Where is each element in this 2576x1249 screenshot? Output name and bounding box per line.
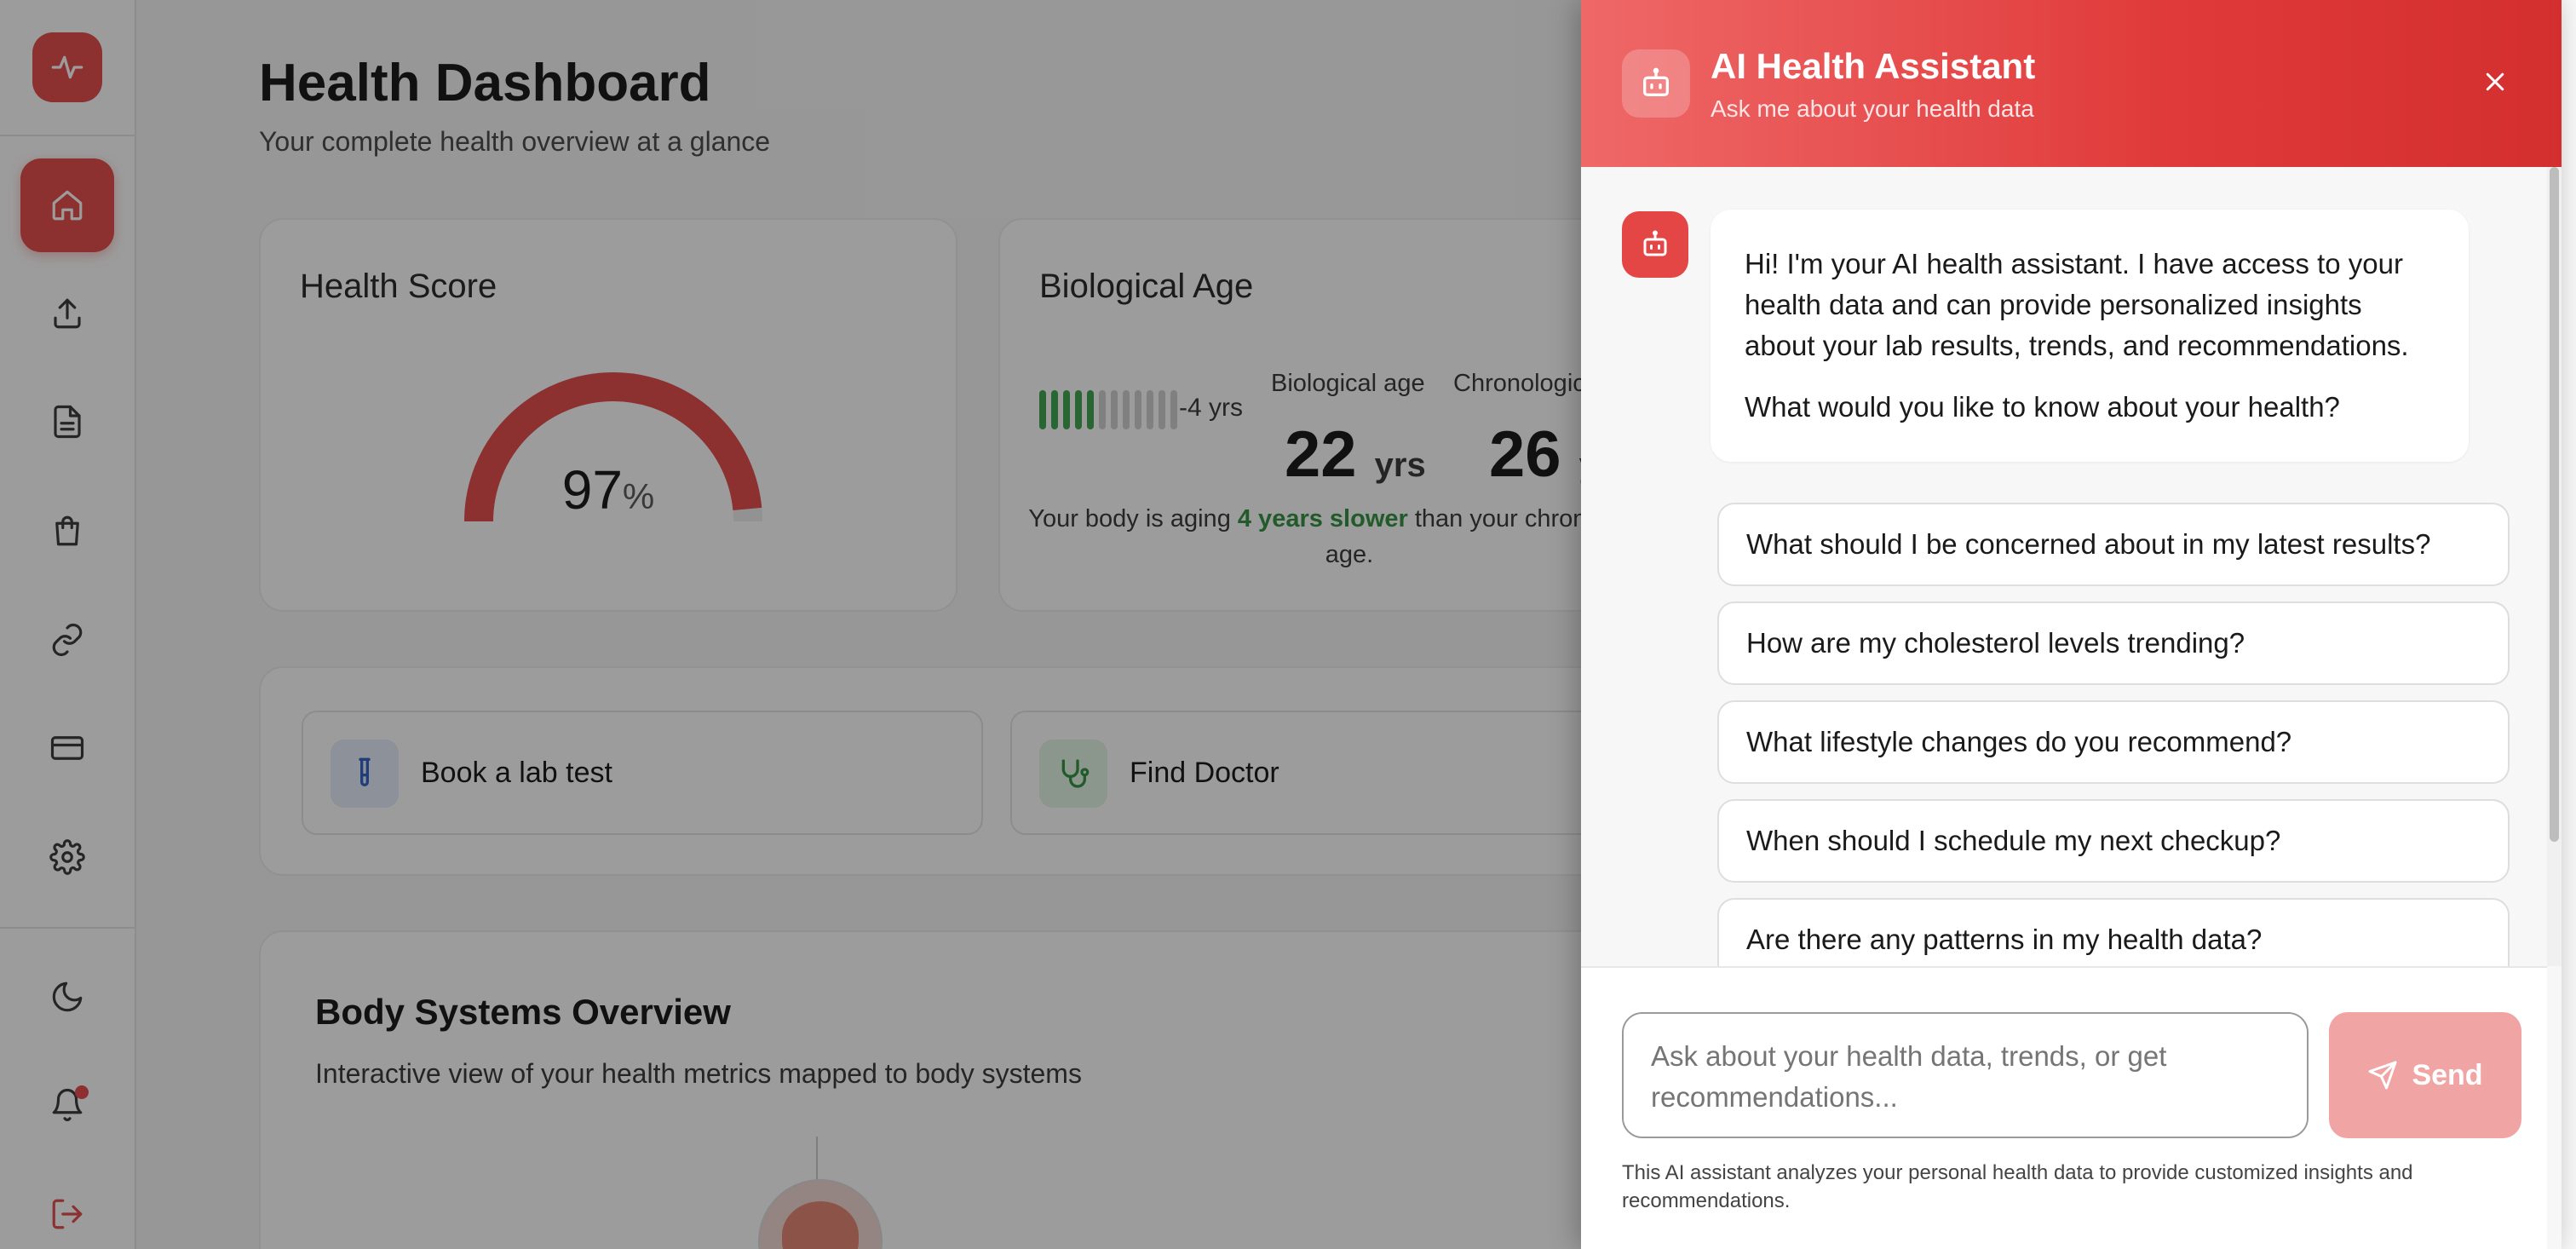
robot-icon [1622,211,1688,278]
suggestion-button[interactable]: What lifestyle changes do you recommend? [1717,700,2510,784]
send-icon [2368,1061,2397,1090]
message-text: Hi! I'm your AI health assistant. I have… [1745,248,2409,361]
suggestion-button[interactable]: How are my cholesterol levels trending? [1717,601,2510,685]
modal-backdrop[interactable] [0,0,1581,1249]
assistant-title: AI Health Assistant [1711,46,2036,86]
chat-input[interactable] [1622,1012,2309,1138]
message-text: What would you like to know about your h… [1745,391,2340,423]
assistant-message: Hi! I'm your AI health assistant. I have… [1711,210,2469,462]
chat-composer: Send This AI assistant analyzes your per… [1581,966,2547,1249]
robot-icon [1622,49,1690,118]
send-button[interactable]: Send [2329,1012,2521,1138]
assistant-header: AI Health Assistant Ask me about your he… [1581,0,2562,167]
ai-assistant-panel: AI Health Assistant Ask me about your he… [1581,0,2562,1249]
scrollbar-thumb[interactable] [2550,167,2559,842]
suggestion-button[interactable]: What should I be concerned about in my l… [1717,503,2510,586]
assistant-subtitle: Ask me about your health data [1711,95,2034,122]
close-icon[interactable] [2480,66,2510,97]
send-label: Send [2412,1058,2483,1091]
scrollbar[interactable] [2547,167,2562,966]
disclaimer: This AI assistant analyzes your personal… [1622,1161,2413,1212]
suggestion-button[interactable]: When should I schedule my next checkup? [1717,799,2510,883]
